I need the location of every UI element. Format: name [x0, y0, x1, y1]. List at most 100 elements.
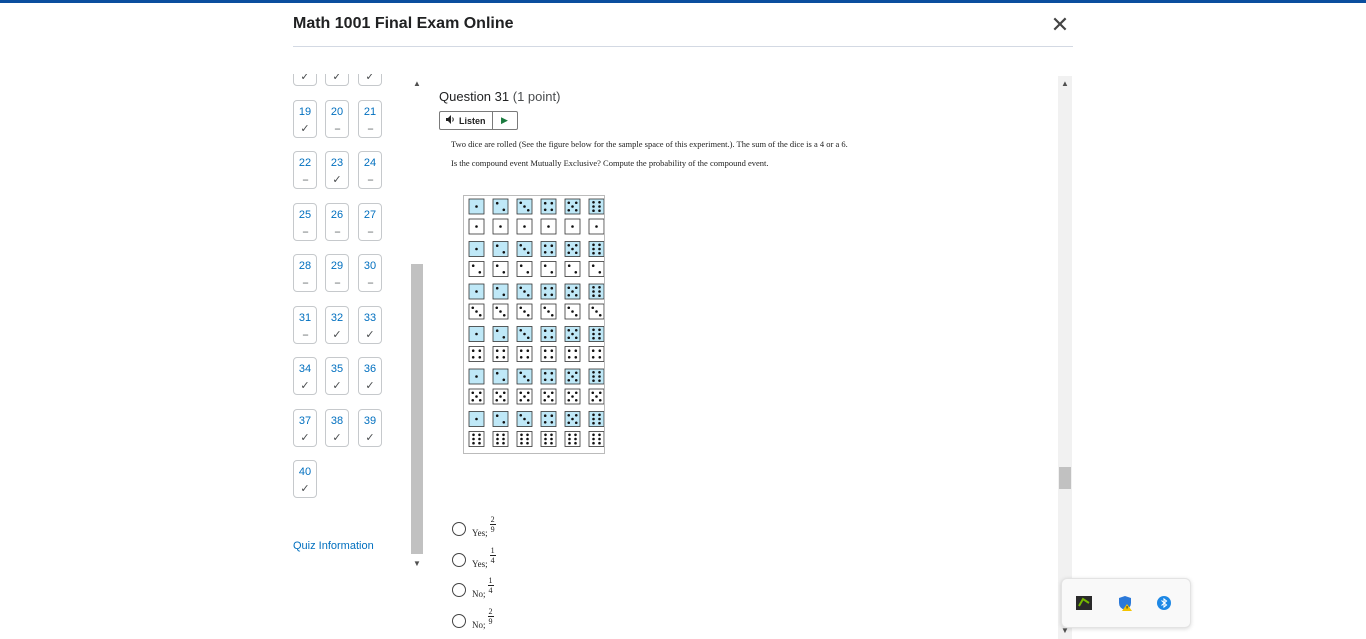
- fraction-denominator: 9: [490, 525, 495, 534]
- fraction-numerator: 1: [490, 546, 495, 556]
- question-nav-item[interactable]: 18✓: [358, 74, 382, 86]
- answered-check-icon: ✓: [300, 380, 310, 392]
- question-nav-number: 20: [330, 105, 344, 118]
- second-die: [564, 346, 581, 362]
- question-nav-number: 30: [363, 260, 377, 272]
- question-nav-item[interactable]: 20 --: [325, 99, 349, 138]
- question-nav-number: 39: [363, 414, 377, 427]
- question-label: Question 31: [439, 89, 510, 104]
- question-nav-item[interactable]: 25 --: [293, 202, 317, 241]
- unanswered-indicator: --: [367, 225, 373, 238]
- question-nav-number: 36: [363, 363, 377, 375]
- answered-check-icon: ✓: [332, 431, 342, 444]
- question-nav-item[interactable]: 37 ✓: [293, 408, 317, 447]
- second-die: [516, 388, 533, 405]
- first-die: [564, 368, 581, 385]
- answer-option[interactable]: Yes; 1 4: [452, 539, 496, 569]
- first-die: [564, 411, 581, 427]
- radio-button[interactable]: [452, 583, 466, 597]
- question-nav-item[interactable]: 36 ✓: [358, 357, 382, 395]
- scroll-down-icon[interactable]: ▼: [411, 558, 423, 570]
- quiz-information-link[interactable]: Quiz Information: [293, 540, 374, 552]
- question-nav-number: 38: [330, 414, 344, 427]
- nvidia-icon[interactable]: [1076, 595, 1092, 611]
- second-die: [468, 388, 485, 405]
- question-nav-item[interactable]: 33 ✓: [358, 305, 382, 344]
- answer-option[interactable]: Yes; 2 9: [452, 508, 496, 538]
- question-heading: Question 31 (1 point): [439, 89, 560, 104]
- question-nav-item[interactable]: 39 ✓: [358, 408, 382, 447]
- question-nav-number: 37: [298, 414, 312, 427]
- answered-check-icon: ✓: [300, 483, 310, 495]
- question-nav-item[interactable]: 21 --: [358, 99, 382, 138]
- question-nav-item[interactable]: 17✓: [325, 74, 349, 86]
- content-scrollbar[interactable]: ▲ ▼: [1058, 76, 1072, 639]
- unanswered-indicator: --: [334, 277, 340, 289]
- question-nav-item[interactable]: 35 ✓: [325, 357, 349, 395]
- question-nav-number: 35: [330, 363, 344, 375]
- answered-check-icon: ✓: [300, 122, 310, 135]
- second-die: [588, 261, 605, 277]
- answered-check-icon: ✓: [332, 328, 342, 341]
- option-label: No; 1 4: [472, 576, 494, 599]
- option-fraction: 29: [487, 607, 494, 626]
- second-die: [492, 346, 509, 362]
- bluetooth-icon[interactable]: [1156, 595, 1172, 611]
- question-nav-item[interactable]: 22 --: [293, 151, 317, 189]
- question-nav-item[interactable]: 31 --: [293, 305, 317, 344]
- nav-scrollbar[interactable]: ▲ ▼: [411, 78, 423, 572]
- header-divider: [293, 46, 1073, 47]
- question-nav-item[interactable]: 27 --: [358, 202, 382, 241]
- question-nav-item[interactable]: 40 ✓: [293, 460, 317, 498]
- question-nav-item[interactable]: 19 ✓: [293, 99, 317, 138]
- question-nav-item[interactable]: 26 --: [325, 202, 349, 241]
- question-nav-number: 24: [363, 157, 377, 169]
- unanswered-indicator: --: [367, 122, 373, 135]
- question-nav-item[interactable]: 28 --: [293, 254, 317, 292]
- scroll-up-icon[interactable]: ▲: [1059, 78, 1071, 90]
- answer-option[interactable]: No; 1 4: [452, 569, 494, 599]
- unanswered-indicator: --: [334, 225, 340, 238]
- listen-control: Listen ▶: [439, 111, 518, 130]
- second-die: [468, 346, 485, 362]
- question-nav-item[interactable]: 29 --: [325, 254, 349, 292]
- question-nav-item[interactable]: 30 --: [358, 254, 382, 292]
- second-die: [540, 346, 557, 362]
- question-nav-item[interactable]: 23 ✓: [325, 151, 349, 189]
- question-nav-item[interactable]: 24 --: [358, 151, 382, 189]
- content-scroll-thumb[interactable]: [1059, 467, 1071, 489]
- scroll-up-icon[interactable]: ▲: [411, 78, 423, 90]
- first-die: [588, 283, 605, 300]
- first-die: [492, 198, 509, 215]
- second-die: [540, 431, 557, 447]
- first-die: [588, 198, 605, 215]
- security-warning-icon[interactable]: [1117, 595, 1133, 611]
- listen-button[interactable]: Listen: [440, 112, 493, 129]
- first-die: [516, 368, 533, 385]
- first-die: [468, 283, 485, 300]
- radio-button[interactable]: [452, 614, 466, 628]
- first-die: [516, 283, 533, 300]
- play-icon[interactable]: ▶: [493, 112, 517, 129]
- question-nav-item[interactable]: 34 ✓: [293, 357, 317, 395]
- unanswered-indicator: --: [302, 225, 308, 238]
- radio-button[interactable]: [452, 553, 466, 567]
- page-title: Math 1001 Final Exam Online: [293, 15, 514, 32]
- option-prefix: No;: [472, 589, 486, 599]
- answered-check-icon: ✓: [365, 328, 375, 341]
- question-nav-item[interactable]: 32 ✓: [325, 305, 349, 344]
- question-nav-item[interactable]: 16✓: [293, 74, 317, 86]
- nav-scroll-thumb[interactable]: [411, 264, 423, 554]
- answer-option[interactable]: No; 2 9: [452, 600, 494, 630]
- unanswered-indicator: --: [367, 174, 373, 186]
- second-die: [564, 303, 581, 320]
- first-die: [492, 411, 509, 427]
- radio-button[interactable]: [452, 522, 466, 536]
- question-nav-item[interactable]: 38 ✓: [325, 408, 349, 447]
- answered-check-icon: ✓: [332, 174, 342, 186]
- answered-check-icon: ✓: [365, 74, 375, 83]
- answered-check-icon: ✓: [300, 431, 310, 444]
- second-die: [564, 218, 581, 235]
- unanswered-indicator: --: [367, 277, 373, 289]
- close-button[interactable]: ✕: [1049, 13, 1071, 37]
